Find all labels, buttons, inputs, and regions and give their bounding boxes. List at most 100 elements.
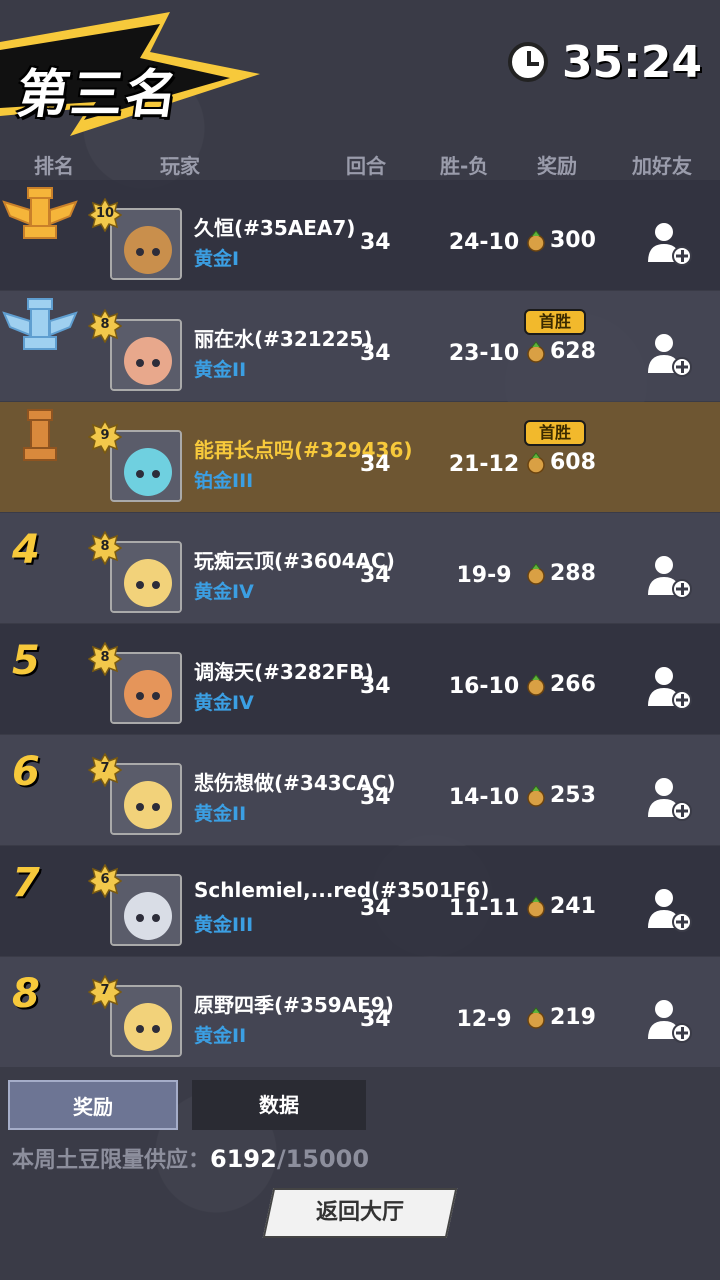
player-tier: 黄金II <box>194 359 247 381</box>
rank-number: 7 <box>12 860 40 906</box>
player-row: 5 8 调海天(#3282FB) 黄金IV 34 16-10 266 <box>0 624 720 734</box>
rank-number: 4 <box>12 527 40 573</box>
potato-icon <box>527 451 545 474</box>
potato-icon <box>527 673 545 696</box>
back-to-lobby-label: 返回大厅 <box>315 1200 404 1225</box>
winloss-value: 11-11 <box>448 896 520 921</box>
reward: 628 <box>526 339 596 364</box>
reward-value: 608 <box>550 450 596 475</box>
reward-value: 628 <box>550 339 596 364</box>
potato-icon <box>527 1006 545 1029</box>
add-friend-icon[interactable] <box>644 551 692 599</box>
rounds-value: 34 <box>360 785 391 810</box>
add-friend-icon[interactable] <box>644 329 692 377</box>
level-number: 6 <box>100 872 110 887</box>
potato-icon <box>527 340 545 363</box>
rounds-value: 34 <box>360 674 391 699</box>
player-row: 8 7 原野四季(#359AE9) 黄金II 34 12-9 219 <box>0 957 720 1067</box>
player-row: 9 能再长点吗(#329436) 铂金III 34 21-12 首胜 608 <box>0 402 720 512</box>
potato-icon <box>527 895 545 918</box>
add-friend-icon[interactable] <box>644 995 692 1043</box>
reward: 241 <box>526 894 596 919</box>
winloss-value: 16-10 <box>448 674 520 699</box>
rank-number: 6 <box>12 749 40 795</box>
level-number: 8 <box>100 539 110 554</box>
reward: 300 <box>526 228 596 253</box>
reward: 253 <box>526 783 596 808</box>
level-badge: 8 <box>88 309 122 343</box>
potato-supply: 本周土豆限量供应：6192/15000 <box>12 1142 369 1174</box>
add-friend-icon[interactable] <box>644 218 692 266</box>
level-number: 8 <box>100 317 110 332</box>
level-number: 9 <box>100 428 110 443</box>
timer: 35:24 <box>507 36 702 88</box>
supply-max: /15000 <box>276 1145 370 1173</box>
add-friend-icon[interactable] <box>644 773 692 821</box>
level-badge: 10 <box>88 198 122 232</box>
level-badge: 9 <box>88 420 122 454</box>
level-badge: 6 <box>88 864 122 898</box>
add-friend-icon[interactable] <box>644 662 692 710</box>
player-name: 调海天(#3282FB) <box>194 660 374 684</box>
potato-icon <box>527 229 545 252</box>
level-number: 10 <box>95 206 115 221</box>
placement-banner: 第三名 <box>0 12 260 136</box>
rounds-value: 34 <box>360 230 391 255</box>
rank-number: 8 <box>12 971 40 1017</box>
reward-value: 288 <box>550 561 596 586</box>
player-name: 丽在水(#321225) <box>194 327 373 351</box>
placement-title: 第三名 <box>13 65 184 125</box>
level-number: 7 <box>100 761 110 776</box>
reward: 266 <box>526 672 596 697</box>
silver-rook-icon <box>2 298 78 350</box>
player-row: 10 久恒(#35AEA7) 黄金I 34 24-10 300 <box>0 180 720 290</box>
col-add-friend: 加好友 <box>632 154 692 178</box>
col-rounds: 回合 <box>346 154 386 178</box>
first-win-badge: 首胜 <box>524 420 586 446</box>
reward: 288 <box>526 561 596 586</box>
reward: 219 <box>526 1005 596 1030</box>
tab-reward[interactable]: 奖励 <box>8 1080 178 1130</box>
player-tier: 黄金IV <box>194 692 254 714</box>
player-tier: 黄金II <box>194 803 247 825</box>
player-tier: 铂金III <box>194 470 254 492</box>
winloss-value: 19-9 <box>456 563 512 588</box>
level-badge: 7 <box>88 753 122 787</box>
rounds-value: 34 <box>360 896 391 921</box>
col-player: 玩家 <box>160 154 200 178</box>
add-friend-icon[interactable] <box>644 884 692 932</box>
player-tier: 黄金II <box>194 1025 247 1047</box>
reward-value: 219 <box>550 1005 596 1030</box>
col-rank: 排名 <box>34 154 74 178</box>
rounds-value: 34 <box>360 563 391 588</box>
rounds-value: 34 <box>360 341 391 366</box>
player-row: 6 7 悲伤想做(#343CAC) 黄金II 34 14-10 253 <box>0 735 720 845</box>
timer-text: 35:24 <box>561 36 702 88</box>
gold-rook-icon <box>2 187 78 239</box>
player-name: 久恒(#35AEA7) <box>194 216 356 240</box>
player-tier: 黄金IV <box>194 581 254 603</box>
winloss-value: 14-10 <box>448 785 520 810</box>
back-to-lobby-button[interactable]: 返回大厅 <box>262 1188 458 1238</box>
level-badge: 8 <box>88 531 122 565</box>
col-reward: 奖励 <box>537 154 577 178</box>
player-row: 8 丽在水(#321225) 黄金II 34 23-10 首胜 628 <box>0 291 720 401</box>
rounds-value: 34 <box>360 452 391 477</box>
clock-icon <box>507 42 548 82</box>
player-tier: 黄金I <box>194 248 240 270</box>
level-number: 8 <box>100 650 110 665</box>
level-badge: 8 <box>88 642 122 676</box>
first-win-badge: 首胜 <box>524 309 586 335</box>
reward: 608 <box>526 450 596 475</box>
potato-icon <box>527 784 545 807</box>
tab-data[interactable]: 数据 <box>192 1080 366 1130</box>
supply-current: 6192 <box>210 1145 277 1173</box>
rank-number: 5 <box>12 638 40 684</box>
column-headers: 排名 玩家 回合 胜-负 奖励 加好友 <box>0 150 720 178</box>
level-badge: 7 <box>88 975 122 1009</box>
winloss-value: 23-10 <box>448 341 520 366</box>
player-row: 4 8 玩痴云顶(#3604AC) 黄金IV 34 19-9 288 <box>0 513 720 623</box>
winloss-value: 12-9 <box>456 1007 512 1032</box>
potato-icon <box>527 562 545 585</box>
reward-value: 253 <box>550 783 596 808</box>
